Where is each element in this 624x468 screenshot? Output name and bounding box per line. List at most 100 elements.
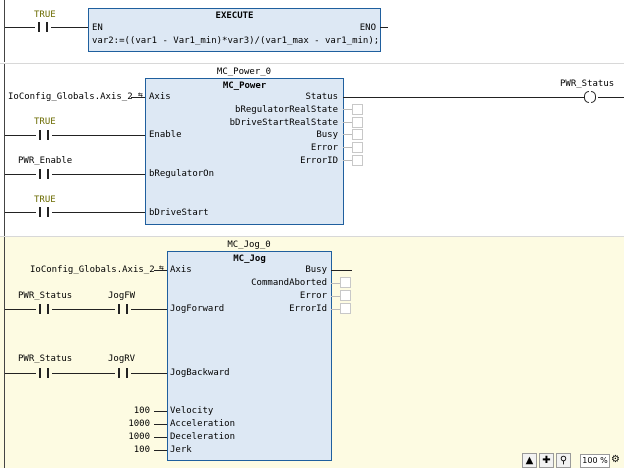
wire	[343, 97, 584, 98]
execute-block-title: EXECUTE	[215, 11, 254, 21]
wire	[5, 373, 36, 374]
wire	[131, 373, 167, 374]
contact-label-pwr-enable: PWR_Enable	[18, 156, 73, 166]
editor-toolbar: ▲ ✚ ⚲	[522, 453, 571, 468]
output-pin-placeholder[interactable]	[352, 129, 363, 140]
wire	[131, 97, 145, 98]
output-commandaborted: CommandAborted	[251, 278, 327, 288]
output-errorid: ErrorId	[289, 304, 327, 314]
wire	[154, 424, 167, 425]
output-pin-placeholder[interactable]	[340, 277, 351, 288]
zoom-level[interactable]: 100 %	[580, 454, 610, 468]
output-busy: Busy	[305, 265, 327, 275]
en-pin-label: EN	[92, 23, 103, 33]
wire	[331, 309, 340, 310]
wire	[343, 147, 352, 148]
wire	[343, 122, 352, 123]
wire	[331, 296, 340, 297]
output-pin-placeholder[interactable]	[352, 117, 363, 128]
contact-label-true: TRUE	[34, 195, 56, 205]
cursor-arrow-icon[interactable]: ▲	[522, 453, 537, 468]
left-power-rail	[4, 0, 5, 62]
contact-pwr-status[interactable]	[36, 368, 52, 378]
input-acceleration: Acceleration	[170, 419, 236, 429]
output-pin-placeholder[interactable]	[352, 142, 363, 153]
contact-label-pwr-status: PWR_Status	[18, 291, 73, 301]
output-pin-placeholder[interactable]	[340, 290, 351, 301]
magnifier-icon[interactable]: ⚲	[556, 453, 571, 468]
output-error: Error	[299, 291, 327, 301]
mc-power-type: MC_Power	[222, 81, 267, 91]
contact-pwr-status[interactable]	[36, 304, 52, 314]
axis-variable[interactable]: IoConfig_Globals.Axis_2	[8, 92, 133, 103]
output-pin-placeholder[interactable]	[352, 104, 363, 115]
wire	[343, 109, 352, 110]
wire	[331, 270, 352, 271]
zoom-settings-icon[interactable]: ⚙	[611, 454, 622, 466]
input-axis: Axis	[149, 92, 171, 102]
wire	[598, 97, 624, 98]
coil-pwr-status[interactable]	[582, 91, 598, 103]
contact-enable[interactable]	[36, 130, 52, 140]
wire	[5, 174, 36, 175]
wire	[5, 309, 36, 310]
rung-separator	[0, 63, 624, 64]
acceleration-value[interactable]: 1000	[110, 419, 150, 430]
deceleration-value[interactable]: 1000	[110, 432, 150, 443]
execute-expression[interactable]: var2:=((var1 - Var1_min)*var3)/(var1_max…	[92, 36, 379, 47]
contact-label-true: TRUE	[34, 117, 56, 127]
wire	[51, 27, 89, 28]
contact-label-true: TRUE	[34, 10, 56, 20]
wire	[154, 450, 167, 451]
ladder-editor-canvas[interactable]: TRUE EXECUTE EN ENO var2:=((var1 - Var1_…	[0, 0, 624, 468]
contact-label-pwr-status: PWR_Status	[18, 354, 73, 364]
wire	[52, 174, 145, 175]
output-bregulatorrealstate: bRegulatorRealState	[235, 105, 338, 115]
input-jogforward: JogForward	[170, 304, 225, 314]
input-bdrivestart: bDriveStart	[149, 208, 209, 218]
axis-variable[interactable]: IoConfig_Globals.Axis_2	[30, 265, 155, 276]
input-bregulatoron: bRegulatorOn	[149, 169, 215, 179]
output-status: Status	[305, 92, 338, 102]
input-axis: Axis	[170, 265, 192, 275]
input-jogbackward: JogBackward	[170, 368, 230, 378]
contact-pwr-enable[interactable]	[36, 169, 52, 179]
output-pin-placeholder[interactable]	[352, 155, 363, 166]
jerk-value[interactable]: 100	[110, 445, 150, 456]
wire	[380, 27, 388, 28]
wire	[52, 309, 115, 310]
rung-separator	[0, 236, 624, 237]
output-errorid: ErrorID	[300, 156, 338, 166]
wire	[5, 27, 35, 28]
input-enable: Enable	[149, 130, 182, 140]
contact-jogrv[interactable]	[115, 368, 131, 378]
wire	[52, 135, 145, 136]
wire	[343, 160, 352, 161]
output-error: Error	[310, 143, 338, 153]
contact-jogfw[interactable]	[115, 304, 131, 314]
mc-jog-instance-name[interactable]: MC_Jog_0	[168, 240, 330, 251]
output-busy: Busy	[316, 130, 338, 140]
wire	[52, 373, 115, 374]
wire	[131, 309, 167, 310]
in-out-arrow-icon: ⇆	[138, 90, 143, 99]
velocity-value[interactable]: 100	[110, 406, 150, 417]
wire	[331, 283, 340, 284]
left-power-rail	[4, 64, 5, 236]
wire	[154, 437, 167, 438]
contact-label-jogfw: JogFW	[108, 291, 136, 301]
wire	[5, 135, 36, 136]
output-pin-placeholder[interactable]	[340, 303, 351, 314]
contact-label-jogrv: JogRV	[108, 354, 136, 364]
contact-drivestart[interactable]	[36, 207, 52, 217]
wire	[154, 411, 167, 412]
contact-true[interactable]	[35, 22, 51, 32]
left-power-rail	[4, 237, 5, 468]
output-bdrivestartrealstate: bDriveStartRealState	[229, 118, 338, 128]
input-deceleration: Deceleration	[170, 432, 236, 442]
move-cross-icon[interactable]: ✚	[539, 453, 554, 468]
wire	[52, 212, 145, 213]
mc-power-instance-name[interactable]: MC_Power_0	[145, 67, 343, 78]
in-out-arrow-icon: ⇆	[159, 263, 164, 272]
wire	[343, 134, 352, 135]
